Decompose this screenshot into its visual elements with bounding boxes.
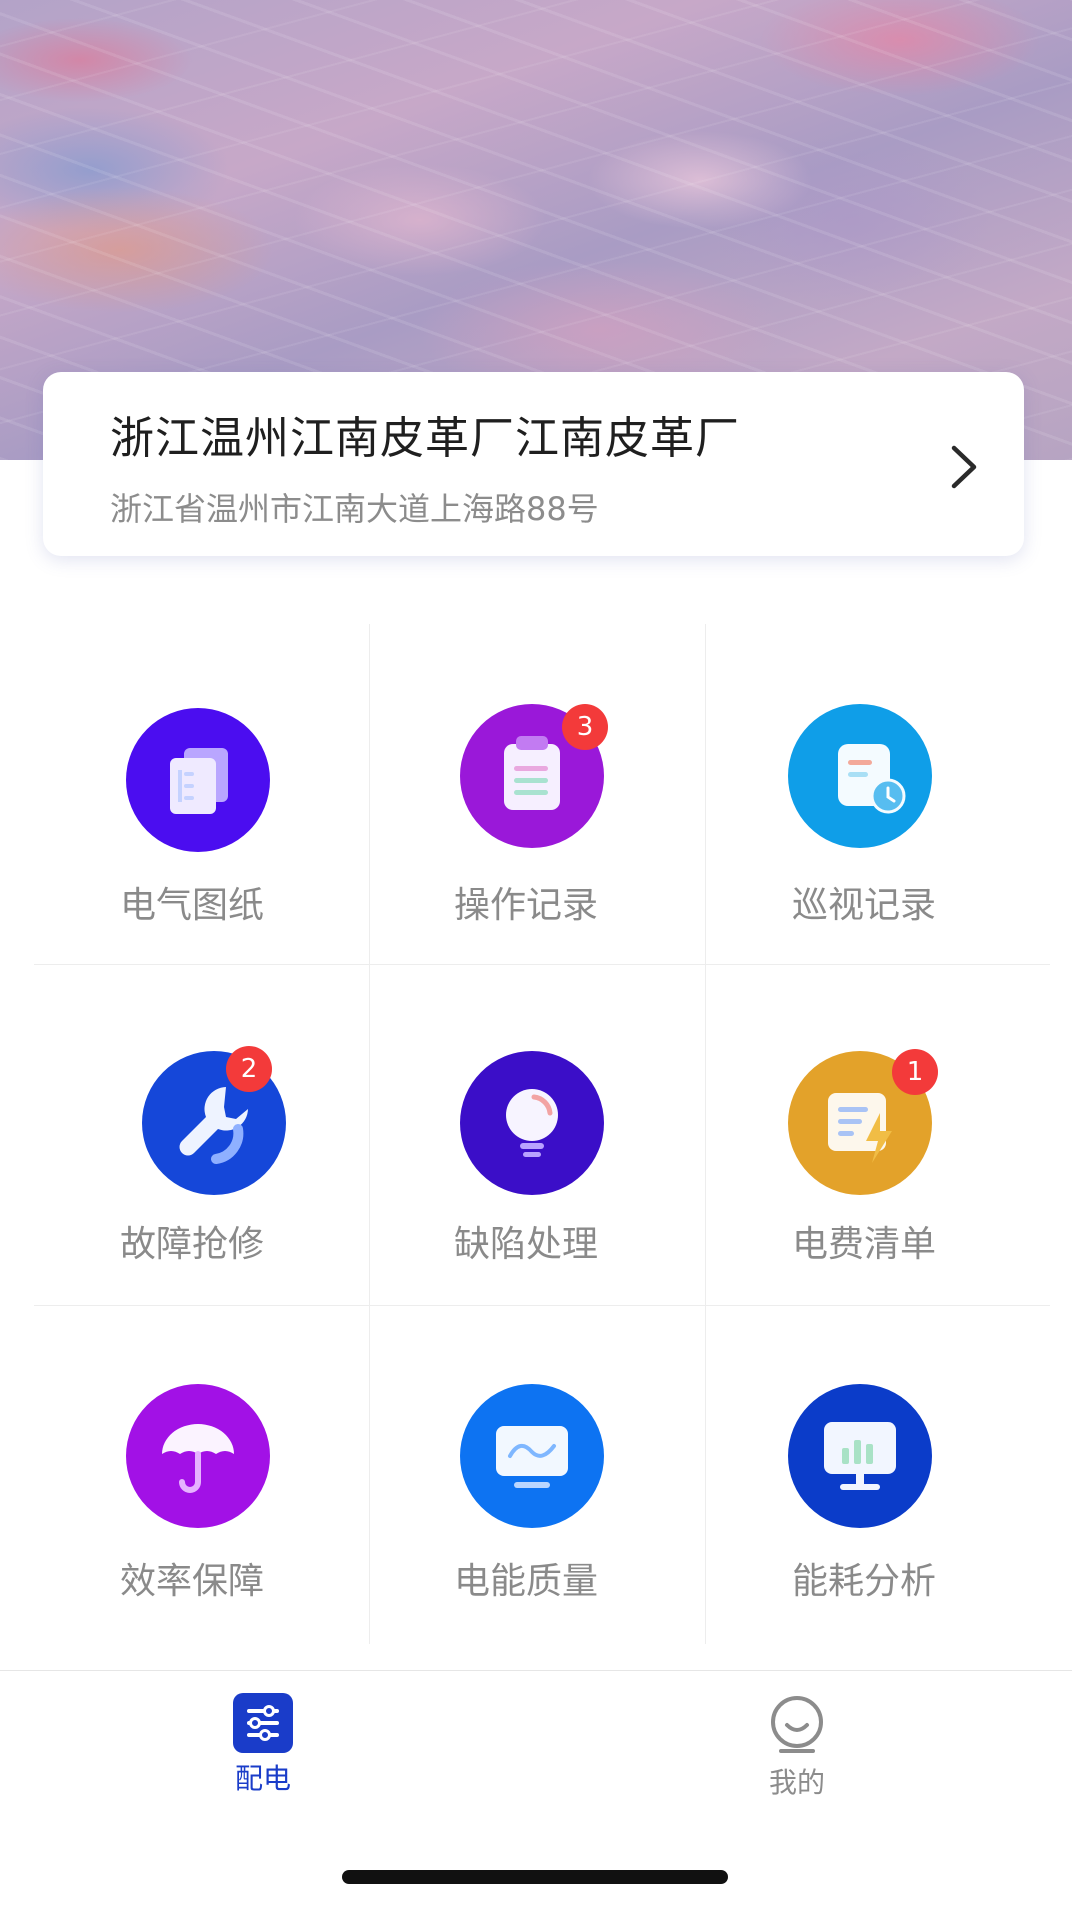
function-energy-analysis[interactable]: 能耗分析 [706, 1306, 1044, 1646]
tab-label: 配电 [234, 1762, 291, 1795]
factory-name: 浙江温州江南皮革厂江南皮革厂 [110, 413, 740, 464]
notification-badge: 1 [892, 1049, 938, 1095]
function-label: 操作记录 [453, 885, 598, 926]
function-efficiency-guarantee[interactable]: 效率保障 [34, 1306, 372, 1646]
home-indicator[interactable] [342, 1870, 728, 1884]
light-bulb-icon [460, 1051, 604, 1195]
app-screen: 浙江温州江南皮革厂江南皮革厂 浙江省温州市江南大道上海路88号 电气图纸 3 操… [0, 0, 1072, 1912]
function-label: 能耗分析 [791, 1561, 936, 1602]
factory-address: 浙江省温州市江南大道上海路88号 [110, 490, 599, 528]
function-electrical-drawings[interactable]: 电气图纸 [34, 624, 372, 964]
function-inspection-records[interactable]: 巡视记录 [706, 624, 1044, 964]
function-fault-repair[interactable]: 2 故障抢修 [34, 965, 372, 1305]
tab-power-distribution[interactable]: 配电 [163, 1691, 363, 1811]
monitor-wave-icon [460, 1384, 604, 1528]
function-electricity-bill[interactable]: 1 电费清单 [706, 965, 1044, 1305]
user-face-icon [771, 1696, 823, 1753]
function-label: 电气图纸 [119, 885, 264, 926]
tab-label: 我的 [768, 1766, 825, 1799]
function-grid: 电气图纸 3 操作记录 巡视记录 2 故障抢修 缺陷处理 1 电费清单 效率保障… [34, 624, 1050, 1644]
monitor-chart-icon [788, 1384, 932, 1528]
function-label: 故障抢修 [119, 1224, 264, 1265]
factory-card[interactable]: 浙江温州江南皮革厂江南皮革厂 浙江省温州市江南大道上海路88号 [43, 372, 1024, 556]
notification-badge: 2 [226, 1046, 272, 1092]
umbrella-icon [126, 1384, 270, 1528]
function-power-quality[interactable]: 电能质量 [370, 1306, 708, 1646]
notification-badge: 3 [562, 704, 608, 750]
tab-mine[interactable]: 我的 [697, 1691, 897, 1811]
function-operation-records[interactable]: 3 操作记录 [370, 624, 708, 964]
function-label: 电能质量 [453, 1561, 598, 1602]
function-label: 效率保障 [119, 1561, 264, 1602]
function-label: 电费清单 [791, 1224, 936, 1265]
document-clock-icon [788, 704, 932, 848]
function-defect-handling[interactable]: 缺陷处理 [370, 965, 708, 1305]
sliders-icon [233, 1693, 293, 1753]
function-label: 巡视记录 [791, 885, 936, 926]
function-label: 缺陷处理 [453, 1224, 598, 1265]
chevron-right-icon [951, 445, 977, 489]
drawings-icon [126, 708, 270, 852]
